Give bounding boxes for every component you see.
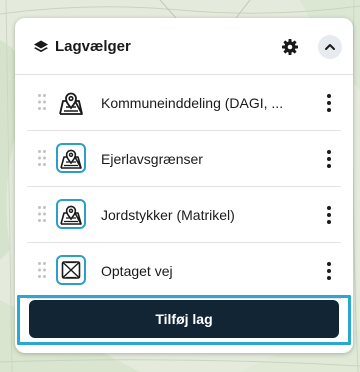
drag-handle-icon[interactable] (37, 93, 47, 111)
panel-title: Lagvælger (55, 38, 131, 55)
more-options-icon[interactable] (325, 149, 333, 169)
drag-handle-icon[interactable] (37, 261, 47, 279)
layer-row-ejerlavsgraenser[interactable]: Ejerlavsgrænser (27, 131, 341, 187)
layer-icon-box (56, 143, 86, 173)
layer-row-kommuneinddeling[interactable]: Kommuneinddeling (DAGI, ... (27, 75, 341, 131)
layers-icon (34, 40, 48, 53)
layer-icon-box (56, 255, 86, 285)
gear-icon[interactable] (281, 38, 299, 56)
add-layer-button[interactable]: Tilføj lag (29, 300, 339, 338)
layer-label: Ejerlavsgrænser (101, 151, 203, 167)
more-options-icon[interactable] (325, 205, 333, 225)
more-options-icon[interactable] (325, 93, 333, 113)
layer-selector-panel: Lagvælger Kommuneinddeling (DAGI, ... Ej… (15, 18, 353, 353)
layer-row-jordstykker[interactable]: Jordstykker (Matrikel) (27, 187, 341, 243)
drag-handle-icon[interactable] (37, 149, 47, 167)
panel-header: Lagvælger (15, 18, 353, 75)
layer-row-optaget-vej[interactable]: Optaget vej (27, 243, 341, 299)
drag-handle-icon[interactable] (37, 205, 47, 223)
layer-label: Jordstykker (Matrikel) (101, 207, 235, 223)
crossed-map-icon (61, 261, 81, 279)
map-pin-icon (60, 149, 82, 169)
more-options-icon[interactable] (325, 261, 333, 281)
layer-label: Kommuneinddeling (DAGI, ... (101, 95, 284, 111)
map-pin-icon (59, 92, 83, 115)
layer-label: Optaget vej (101, 263, 173, 279)
chevron-up-icon (325, 44, 335, 50)
collapse-button[interactable] (318, 35, 342, 59)
map-pin-icon (60, 205, 82, 225)
layer-icon-box (56, 199, 86, 229)
